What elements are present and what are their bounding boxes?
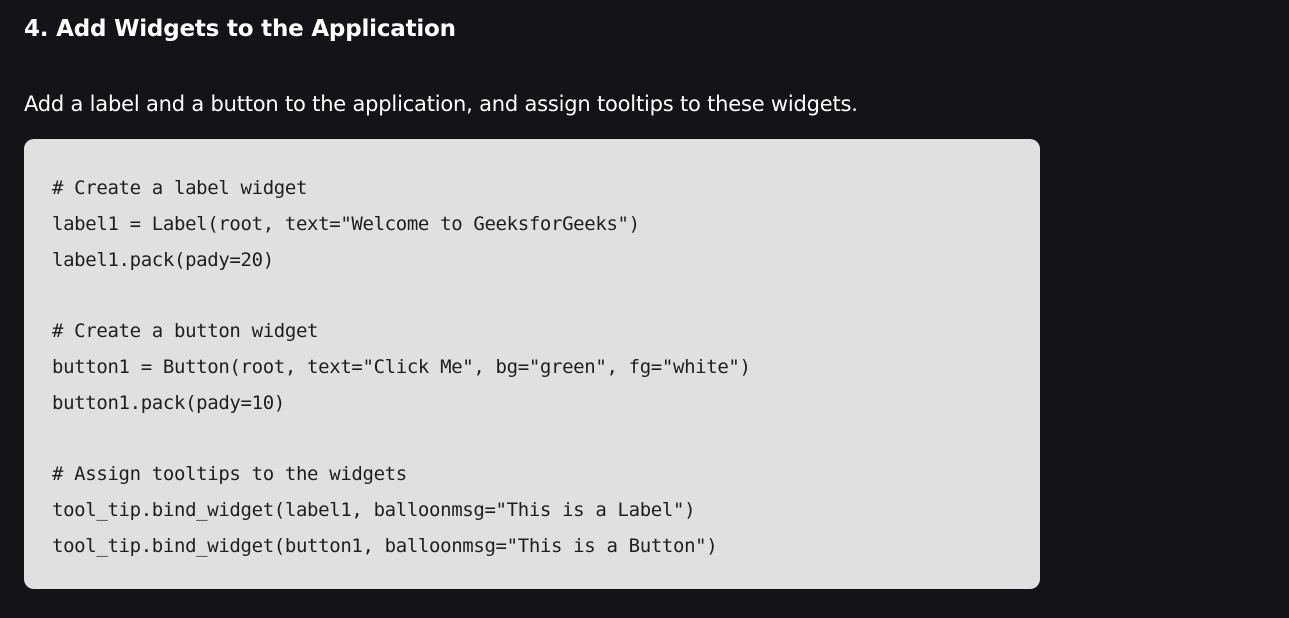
code-line: button1.pack(pady=10) [52,391,285,414]
code-line: label1.pack(pady=20) [52,248,274,271]
code-line: button1 = Button(root, text="Click Me", … [52,355,751,378]
code-block[interactable]: # Create a label widget label1 = Label(r… [24,139,1040,589]
code-line: tool_tip.bind_widget(button1, balloonmsg… [52,534,718,557]
code-line: # Create a button widget [52,320,319,343]
article-page: 4. Add Widgets to the Application Add a … [0,0,1289,618]
code-line: tool_tip.bind_widget(label1, balloonmsg=… [52,499,696,522]
section-heading: 4. Add Widgets to the Application [24,16,456,42]
code-line: # Assign tooltips to the widgets [52,463,407,486]
intro-paragraph: Add a label and a button to the applicat… [24,92,858,116]
code-line: label1 = Label(root, text="Welcome to Ge… [52,212,640,235]
code-line: # Create a label widget [52,177,308,199]
